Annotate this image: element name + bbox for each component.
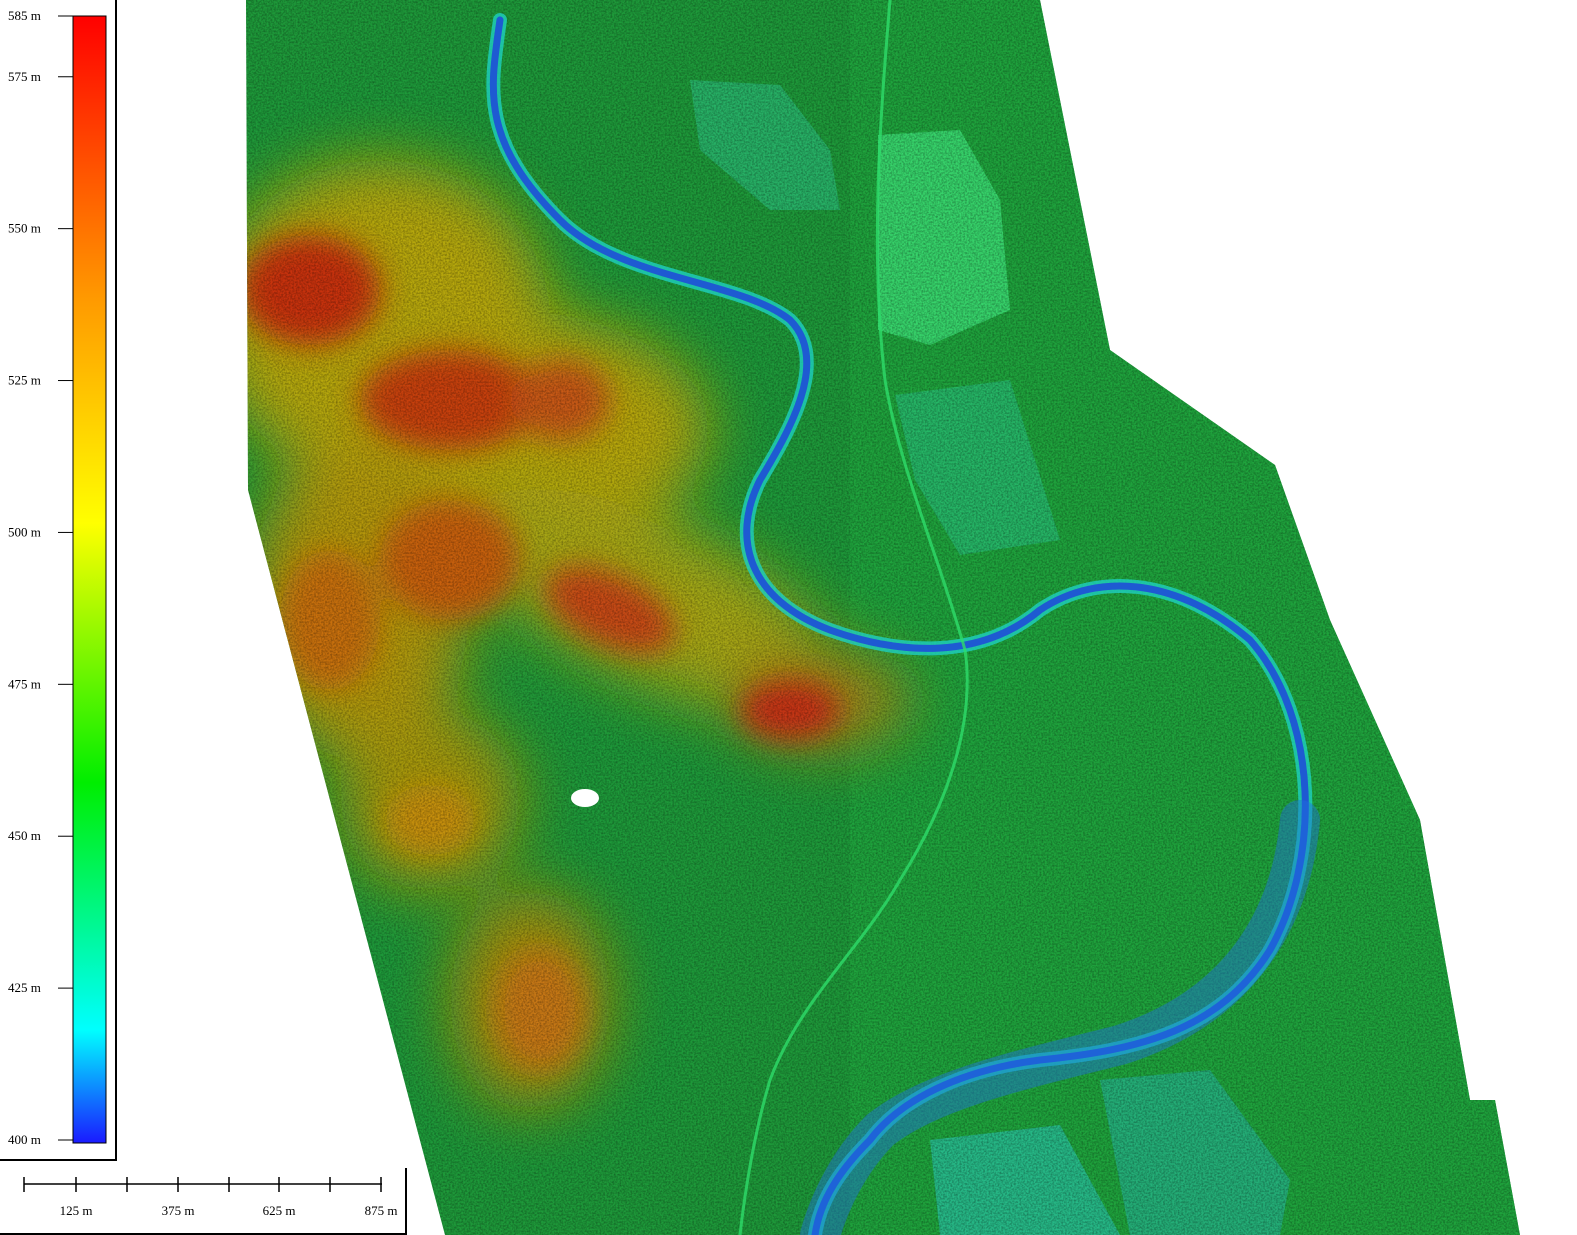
scale-label-375: 375 m bbox=[162, 1203, 195, 1218]
legend-tick-label: 400 m bbox=[8, 1132, 41, 1147]
scale-bar-frame bbox=[0, 1168, 407, 1235]
terrain-texture bbox=[246, 0, 1520, 1235]
legend-tick-label: 585 m bbox=[8, 8, 41, 23]
elevation-legend: 585 m 575 m 550 m 525 m 500 m 475 m 450 m 425 m… bbox=[0, 0, 117, 1161]
legend-tick-label: 575 m bbox=[8, 69, 41, 84]
legend-tick-label: 450 m bbox=[8, 828, 41, 843]
scale-label-125: 125 m bbox=[60, 1203, 93, 1218]
data-gap bbox=[571, 789, 599, 807]
scale-label-875: 875 m bbox=[365, 1203, 398, 1218]
legend-color-ramp bbox=[72, 15, 107, 1144]
elevation-map bbox=[246, 0, 1520, 1235]
scale-label-625: 625 m bbox=[263, 1203, 296, 1218]
legend-tick-label: 425 m bbox=[8, 980, 41, 995]
legend-tick-label: 550 m bbox=[8, 221, 41, 236]
legend-tick-label: 475 m bbox=[8, 676, 41, 691]
scale-bar: 125 m 375 m 625 m 875 m bbox=[0, 1168, 407, 1235]
legend-tick-label: 525 m bbox=[8, 373, 41, 388]
legend-tick-label: 500 m bbox=[8, 524, 41, 539]
